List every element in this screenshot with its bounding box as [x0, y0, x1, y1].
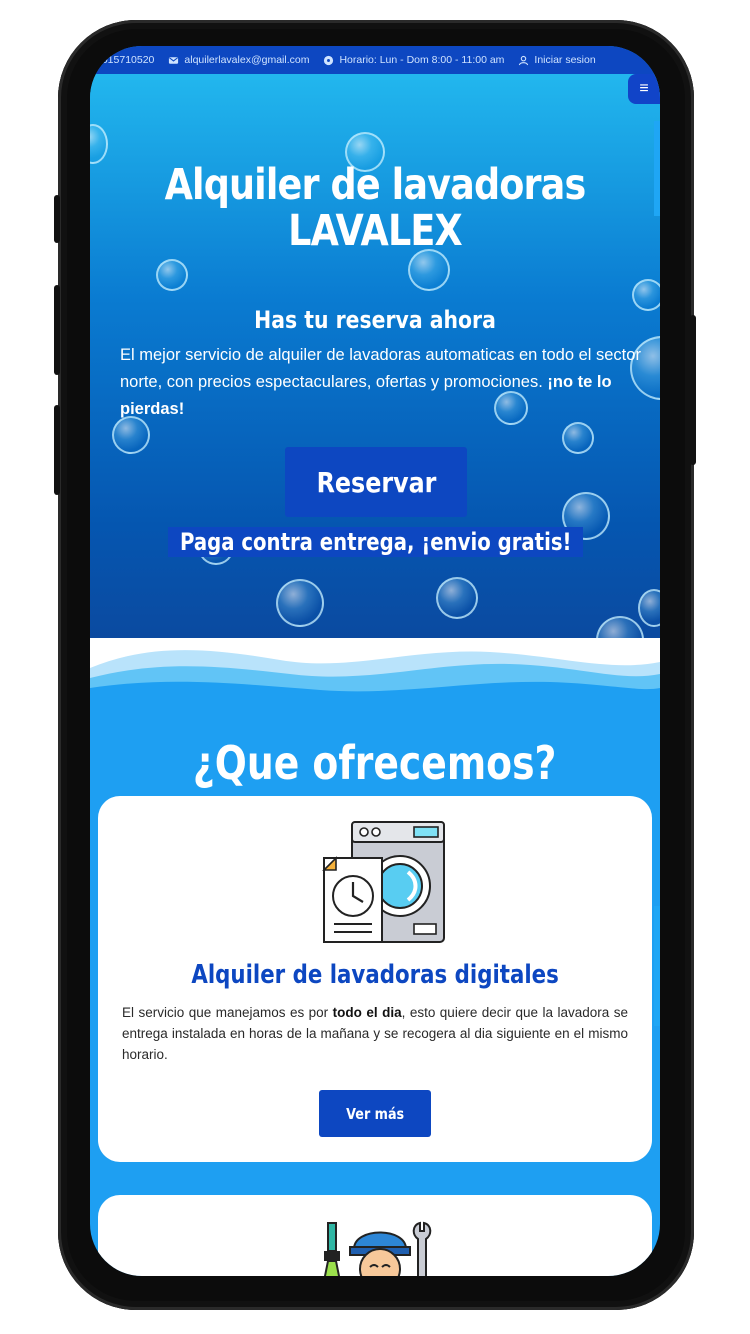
- phone-contact[interactable]: 3015710520: [96, 54, 154, 66]
- hero-subtitle: Has tu reserva ahora: [254, 306, 496, 334]
- hamburger-icon: ≡: [639, 80, 649, 97]
- washing-machine-icon: [322, 821, 445, 943]
- section-title: ¿Que ofrecemos?: [193, 736, 557, 790]
- service-card: Alquiler de lavadoras digitales El servi…: [98, 796, 652, 1162]
- technician-icon: [323, 1221, 432, 1276]
- top-info-bar: 3015710520 alquilerlavalex@gmail.com Hor…: [90, 46, 660, 74]
- wave-divider: [90, 638, 660, 708]
- see-more-button[interactable]: Ver más: [319, 1090, 431, 1137]
- payment-note: Paga contra entrega, ¡envio gratis!: [168, 527, 583, 557]
- phone-screen: Alquiler de lavadoras LAVALEX Has tu res…: [90, 46, 660, 1276]
- service-card-description: El servicio que manejamos es por todo el…: [122, 1005, 629, 1062]
- hero-title: Alquiler de lavadoras LAVALEX: [164, 160, 587, 256]
- user-icon: [519, 55, 529, 65]
- phone-side-button: [54, 405, 60, 495]
- scroll-indicator[interactable]: [654, 906, 660, 1026]
- hero-description: El mejor servicio de alquiler de lavador…: [120, 346, 641, 418]
- phone-side-button: [54, 285, 60, 375]
- phone-side-button: [690, 315, 696, 465]
- login-link[interactable]: Iniciar sesion: [518, 54, 596, 66]
- menu-button[interactable]: ≡: [628, 74, 660, 104]
- reserve-button[interactable]: Reservar: [285, 447, 467, 517]
- email-contact[interactable]: alquilerlavalex@gmail.com: [168, 54, 309, 66]
- service-card-title: Alquiler de lavadoras digitales: [191, 960, 559, 990]
- hours-info: Horario: Lun - Dom 8:00 - 11:00 am: [323, 54, 504, 66]
- clock-icon: [324, 55, 334, 65]
- service-card: [98, 1195, 652, 1276]
- phone-side-button: [54, 195, 60, 243]
- hero-section: Alquiler de lavadoras LAVALEX Has tu res…: [90, 74, 660, 639]
- scroll-indicator[interactable]: [654, 121, 660, 216]
- envelope-icon: [169, 56, 179, 64]
